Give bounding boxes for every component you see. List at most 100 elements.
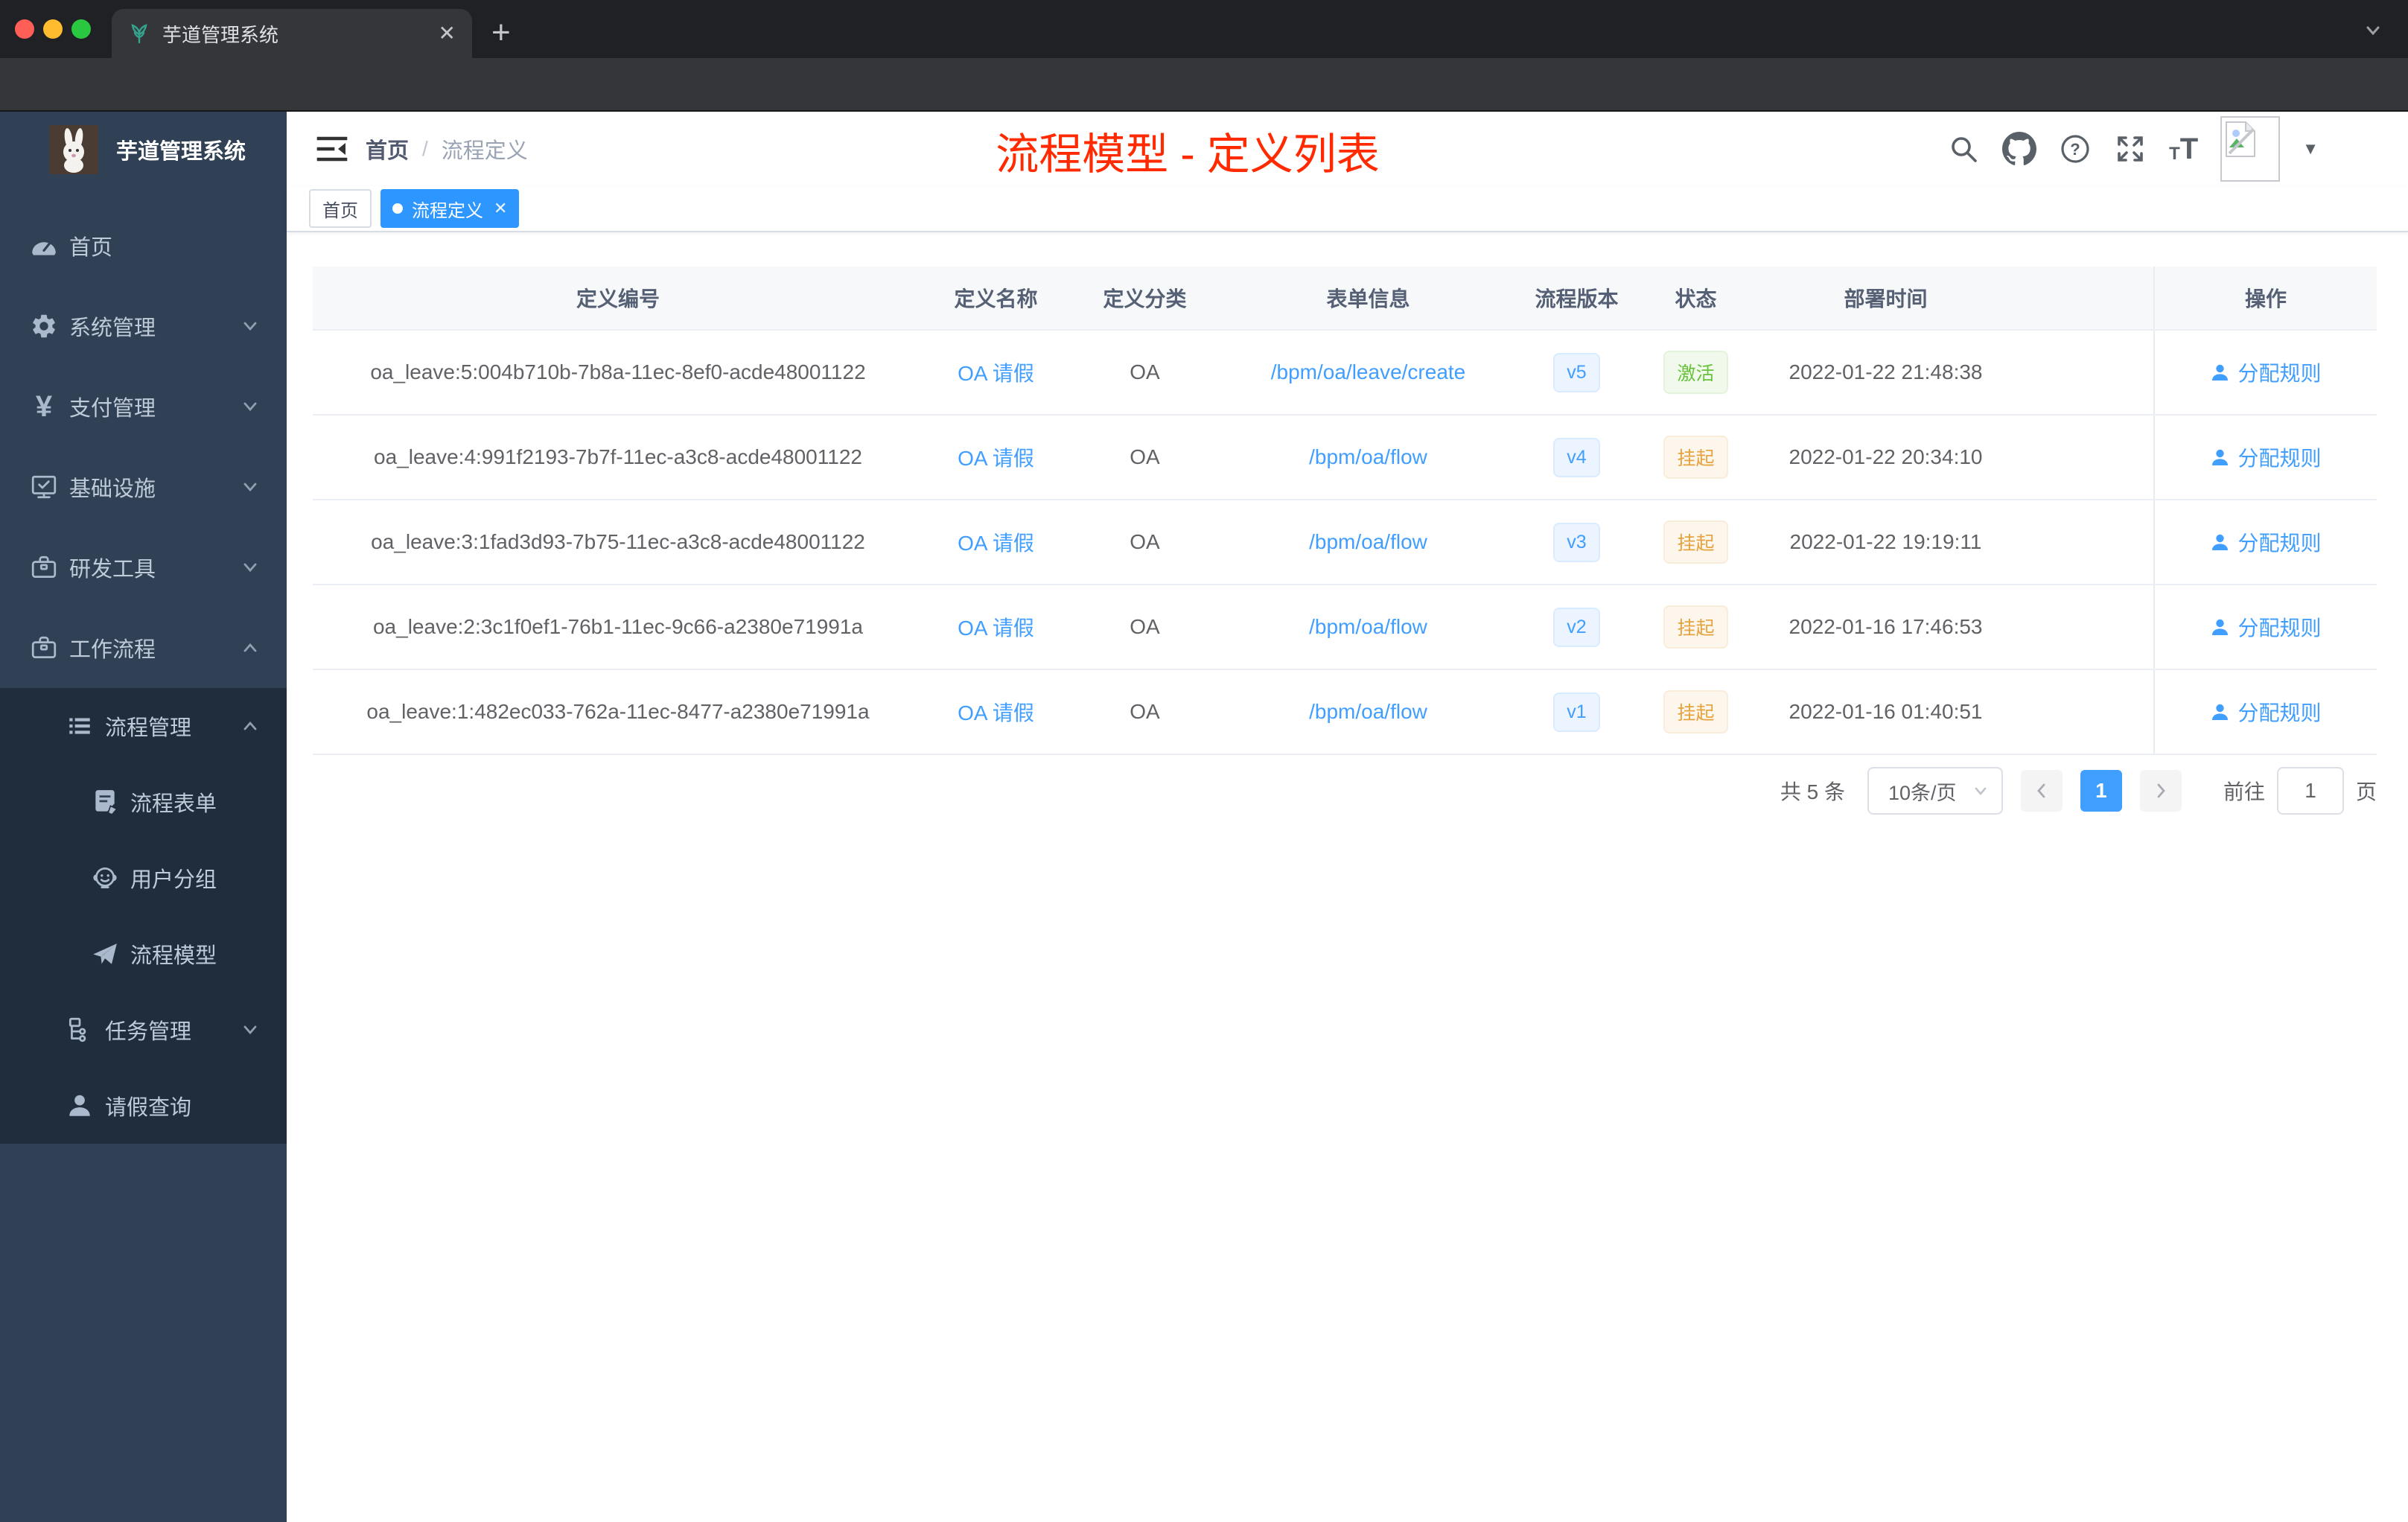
table-header-filler bbox=[2018, 267, 2154, 331]
goto-page-input[interactable] bbox=[2276, 767, 2344, 815]
search-icon[interactable] bbox=[1947, 133, 1980, 165]
breadcrumb: 首页 / 流程定义 bbox=[366, 112, 528, 186]
definition-category: OA bbox=[1130, 615, 1160, 638]
sidebar-item-task-management[interactable]: 任务管理 bbox=[0, 992, 287, 1068]
sidebar-item-label: 系统管理 bbox=[69, 316, 156, 340]
assign-rule-button[interactable]: 分配规则 bbox=[2156, 500, 2377, 583]
form-link[interactable]: /bpm/oa/flow bbox=[1309, 530, 1427, 553]
column-header-4: 流程版本 bbox=[1515, 267, 1638, 331]
definition-name-link[interactable]: OA 请假 bbox=[958, 617, 1034, 640]
browser-tab-strip: 芋道管理系统 ✕ + bbox=[0, 0, 2408, 58]
breadcrumb-home[interactable]: 首页 bbox=[366, 133, 409, 165]
sidebar-item-label: 请假查询 bbox=[105, 1096, 192, 1120]
chevron-down-icon bbox=[241, 477, 260, 497]
sidebar-logo-row[interactable]: 芋道管理系统 bbox=[0, 112, 287, 186]
top-navbar: 首页 / 流程定义 流程模型 - 定义列表 ? TT ▼ bbox=[287, 112, 2408, 186]
definition-name-link[interactable]: OA 请假 bbox=[958, 447, 1034, 470]
sidebar-item-process-model[interactable]: 流程模型 bbox=[0, 916, 287, 992]
github-icon[interactable] bbox=[2002, 132, 2037, 166]
definition-name-link[interactable]: OA 请假 bbox=[958, 362, 1034, 385]
user-icon bbox=[66, 1092, 94, 1120]
table-row: oa_leave:5:004b710b-7b8a-11ec-8ef0-acde4… bbox=[313, 330, 2377, 415]
sidebar-item-dev-tools[interactable]: 研发工具 bbox=[0, 527, 287, 608]
definition-id: oa_leave:5:004b710b-7b8a-11ec-8ef0-acde4… bbox=[370, 360, 866, 383]
assign-rule-button[interactable]: 分配规则 bbox=[2156, 670, 2377, 753]
chevron-down-icon bbox=[241, 1020, 260, 1039]
form-link[interactable]: /bpm/oa/leave/create bbox=[1271, 360, 1466, 383]
definition-name-link[interactable]: OA 请假 bbox=[958, 532, 1034, 555]
status-badge: 挂起 bbox=[1663, 690, 1728, 733]
favicon-plant-icon bbox=[128, 22, 150, 45]
new-tab-button[interactable]: + bbox=[491, 16, 511, 49]
page-size-select[interactable]: 10条/页 bbox=[1867, 767, 2003, 815]
sidebar-item-workflow[interactable]: 工作流程 bbox=[0, 608, 287, 688]
window-minimize-button[interactable] bbox=[43, 19, 63, 39]
logo-rabbit-avatar bbox=[49, 125, 98, 174]
assign-rule-label: 分配规则 bbox=[2237, 701, 2322, 725]
task-icon bbox=[66, 1016, 94, 1044]
navbar-actions: ? TT ▼ bbox=[1947, 112, 2319, 186]
help-question-icon[interactable]: ? bbox=[2059, 133, 2092, 165]
sidebar-item-process-management[interactable]: 流程管理 bbox=[0, 688, 287, 764]
sidebar-menu: 首页系统管理 ¥ 支付管理基础设施研发工具工作流程流程管理流程表单 用户分组 流程模型任… bbox=[0, 206, 287, 1144]
briefcase-icon bbox=[30, 634, 58, 662]
sidebar-item-label: 流程管理 bbox=[105, 716, 192, 740]
sidebar-item-system-management[interactable]: 系统管理 bbox=[0, 286, 287, 366]
tab-close-icon[interactable]: ✕ bbox=[439, 23, 456, 44]
window-zoom-button[interactable] bbox=[71, 19, 91, 39]
table-header-row: 定义编号 定义名称 定义分类 表单信息 流程版本 状态 部署时间 操作 bbox=[313, 267, 2377, 331]
prev-page-button[interactable] bbox=[2020, 770, 2063, 812]
version-badge: v5 bbox=[1553, 352, 1600, 392]
form-link[interactable]: /bpm/oa/flow bbox=[1309, 445, 1427, 468]
sidebar-item-payment-management[interactable]: ¥ 支付管理 bbox=[0, 366, 287, 447]
breadcrumb-separator: / bbox=[422, 137, 428, 160]
sidebar-item-label: 基础设施 bbox=[69, 477, 156, 501]
sidebar-item-process-form[interactable]: 流程表单 bbox=[0, 764, 287, 840]
yen-icon: ¥ bbox=[35, 390, 53, 423]
browser-tab[interactable]: 芋道管理系统 ✕ bbox=[112, 9, 472, 58]
chevron-down-icon bbox=[241, 397, 260, 416]
avatar-dropdown-caret-icon[interactable]: ▼ bbox=[2302, 139, 2319, 159]
page-number-1[interactable]: 1 bbox=[2080, 770, 2122, 812]
tag-close-icon[interactable]: ✕ bbox=[494, 199, 507, 218]
table-row: oa_leave:2:3c1f0ef1-76b1-11ec-9c66-a2380… bbox=[313, 585, 2377, 670]
tag-process-definition[interactable]: 流程定义 ✕ bbox=[380, 189, 520, 228]
definition-name-link[interactable]: OA 请假 bbox=[958, 701, 1034, 725]
sidebar: 芋道管理系统 首页系统管理 ¥ 支付管理基础设施研发工具工作流程流程管理流程表单 用户… bbox=[0, 112, 287, 1522]
definition-id: oa_leave:2:3c1f0ef1-76b1-11ec-9c66-a2380… bbox=[372, 615, 863, 638]
person-icon bbox=[2210, 448, 2230, 468]
user-group-icon bbox=[91, 864, 119, 892]
person-icon bbox=[2210, 363, 2230, 383]
column-header-0: 定义编号 bbox=[313, 267, 923, 331]
next-page-button[interactable] bbox=[2139, 770, 2182, 812]
tag-home[interactable]: 首页 bbox=[309, 189, 372, 228]
assign-rule-label: 分配规则 bbox=[2237, 532, 2322, 555]
send-icon bbox=[91, 940, 119, 968]
definition-category: OA bbox=[1130, 360, 1160, 383]
deploy-time: 2022-01-16 17:46:53 bbox=[1789, 615, 1983, 638]
sidebar-item-label: 工作流程 bbox=[69, 638, 156, 662]
assign-rule-label: 分配规则 bbox=[2237, 362, 2322, 385]
definition-id: oa_leave:3:1fad3d93-7b75-11ec-a3c8-acde4… bbox=[371, 530, 865, 553]
form-link[interactable]: /bpm/oa/flow bbox=[1309, 700, 1427, 723]
window-close-button[interactable] bbox=[15, 19, 34, 39]
sidebar-item-user-group[interactable]: 用户分组 bbox=[0, 840, 287, 916]
assign-rule-button[interactable]: 分配规则 bbox=[2156, 415, 2377, 498]
sidebar-item-infrastructure[interactable]: 基础设施 bbox=[0, 447, 287, 527]
deploy-time: 2022-01-22 19:19:11 bbox=[1789, 530, 1982, 553]
sidebar-collapse-hamburger-icon[interactable] bbox=[315, 133, 349, 165]
assign-rule-label: 分配规则 bbox=[2237, 617, 2322, 640]
form-link[interactable]: /bpm/oa/flow bbox=[1309, 615, 1427, 638]
fullscreen-icon[interactable] bbox=[2114, 133, 2147, 165]
chevron-down-icon bbox=[241, 558, 260, 577]
sidebar-item-leave-query[interactable]: 请假查询 bbox=[0, 1068, 287, 1144]
assign-rule-button[interactable]: 分配规则 bbox=[2156, 331, 2377, 413]
sidebar-item-home[interactable]: 首页 bbox=[0, 206, 287, 286]
version-badge: v2 bbox=[1553, 607, 1600, 647]
sidebar-item-label: 任务管理 bbox=[105, 1020, 192, 1044]
page-size-value: 10条/页 bbox=[1888, 781, 1957, 804]
tab-search-chevron-icon[interactable] bbox=[2362, 19, 2384, 42]
assign-rule-button[interactable]: 分配规则 bbox=[2156, 585, 2377, 668]
user-avatar[interactable] bbox=[2220, 116, 2281, 182]
font-size-icon[interactable]: TT bbox=[2169, 134, 2198, 164]
